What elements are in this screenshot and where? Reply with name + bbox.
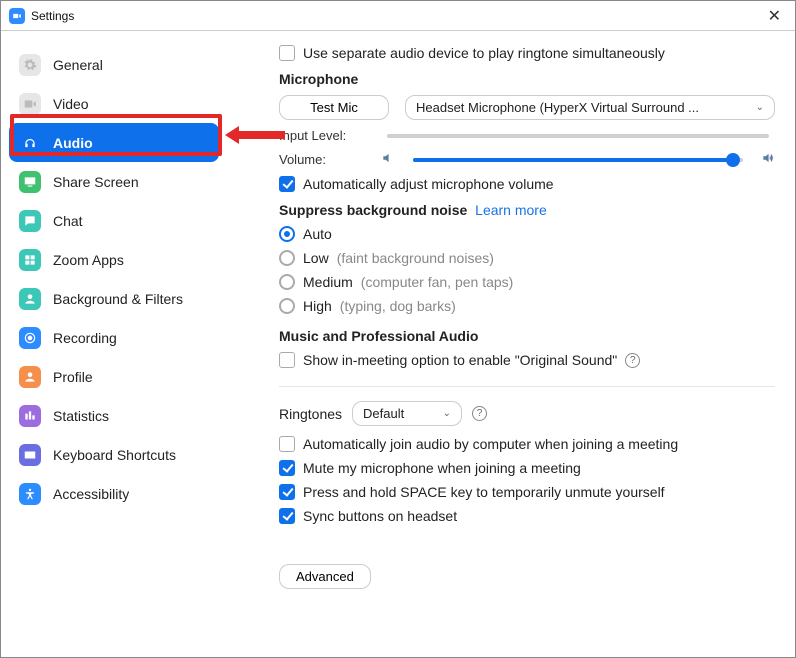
speaker-low-icon xyxy=(381,151,395,168)
sidebar-item-background-filters[interactable]: Background & Filters xyxy=(9,279,219,318)
noise-auto-radio[interactable] xyxy=(279,226,295,242)
suppress-noise-heading: Suppress background noise Learn more xyxy=(279,202,775,218)
separator xyxy=(279,386,775,387)
sidebar-item-label: Video xyxy=(53,96,89,112)
main-panel: Use separate audio device to play ringto… xyxy=(229,31,795,657)
sidebar-item-label: Chat xyxy=(53,213,83,229)
keyboard-icon xyxy=(19,444,41,466)
noise-high-label: High xyxy=(303,298,332,314)
learn-more-link[interactable]: Learn more xyxy=(475,202,547,218)
titlebar: Settings ✕ xyxy=(1,1,795,31)
noise-low-radio[interactable] xyxy=(279,250,295,266)
suppress-noise-text: Suppress background noise xyxy=(279,202,467,218)
input-level-label: Input Level: xyxy=(279,128,369,143)
sidebar-item-keyboard-shortcuts[interactable]: Keyboard Shortcuts xyxy=(9,435,219,474)
volume-label: Volume: xyxy=(279,152,369,167)
sidebar-item-recording[interactable]: Recording xyxy=(9,318,219,357)
mute-on-join-label: Mute my microphone when joining a meetin… xyxy=(303,460,581,476)
noise-medium-label: Medium xyxy=(303,274,353,290)
ringtones-help-icon[interactable]: ? xyxy=(472,406,487,421)
background-icon xyxy=(19,288,41,310)
noise-low-hint: (faint background noises) xyxy=(337,250,494,266)
advanced-button[interactable]: Advanced xyxy=(279,564,371,589)
speaker-high-icon xyxy=(761,151,775,168)
recording-icon xyxy=(19,327,41,349)
noise-auto-label: Auto xyxy=(303,226,332,242)
auto-join-audio-checkbox[interactable] xyxy=(279,436,295,452)
ringtones-label: Ringtones xyxy=(279,406,342,422)
separate-audio-device-checkbox[interactable] xyxy=(279,45,295,61)
sidebar-item-accessibility[interactable]: Accessibility xyxy=(9,474,219,513)
statistics-icon xyxy=(19,405,41,427)
sidebar-item-chat[interactable]: Chat xyxy=(9,201,219,240)
music-audio-heading: Music and Professional Audio xyxy=(279,328,775,344)
mute-on-join-checkbox[interactable] xyxy=(279,460,295,476)
sync-headset-checkbox[interactable] xyxy=(279,508,295,524)
auto-adjust-mic-label: Automatically adjust microphone volume xyxy=(303,176,554,192)
video-icon xyxy=(19,93,41,115)
space-unmute-label: Press and hold SPACE key to temporarily … xyxy=(303,484,665,500)
separate-audio-device-label: Use separate audio device to play ringto… xyxy=(303,45,665,61)
microphone-device-value: Headset Microphone (HyperX Virtual Surro… xyxy=(416,100,699,115)
noise-medium-hint: (computer fan, pen taps) xyxy=(361,274,514,290)
noise-medium-radio[interactable] xyxy=(279,274,295,290)
test-mic-button[interactable]: Test Mic xyxy=(279,95,389,120)
sidebar-item-general[interactable]: General xyxy=(9,45,219,84)
sidebar-item-label: Recording xyxy=(53,330,117,346)
sidebar-item-label: Accessibility xyxy=(53,486,129,502)
microphone-device-select[interactable]: Headset Microphone (HyperX Virtual Surro… xyxy=(405,95,775,120)
sidebar: General Video Audio Share Screen Chat Zo… xyxy=(1,31,229,657)
profile-icon xyxy=(19,366,41,388)
sidebar-item-label: Share Screen xyxy=(53,174,139,190)
gear-icon xyxy=(19,54,41,76)
auto-join-audio-label: Automatically join audio by computer whe… xyxy=(303,436,678,452)
sync-headset-label: Sync buttons on headset xyxy=(303,508,457,524)
sidebar-item-share-screen[interactable]: Share Screen xyxy=(9,162,219,201)
noise-low-label: Low xyxy=(303,250,329,266)
chat-icon xyxy=(19,210,41,232)
accessibility-icon xyxy=(19,483,41,505)
apps-icon xyxy=(19,249,41,271)
ringtones-select[interactable]: Default ⌄ xyxy=(352,401,462,426)
original-sound-label: Show in-meeting option to enable "Origin… xyxy=(303,352,617,368)
window-title: Settings xyxy=(31,9,74,23)
sidebar-item-label: Keyboard Shortcuts xyxy=(53,447,176,463)
space-unmute-checkbox[interactable] xyxy=(279,484,295,500)
chevron-down-icon: ⌄ xyxy=(756,102,764,113)
auto-adjust-mic-checkbox[interactable] xyxy=(279,176,295,192)
close-button[interactable]: ✕ xyxy=(762,6,787,26)
sidebar-item-statistics[interactable]: Statistics xyxy=(9,396,219,435)
sidebar-item-label: General xyxy=(53,57,103,73)
sidebar-item-audio[interactable]: Audio xyxy=(9,123,219,162)
volume-slider[interactable] xyxy=(413,153,743,167)
app-icon xyxy=(9,8,25,24)
noise-high-hint: (typing, dog barks) xyxy=(340,298,456,314)
sidebar-item-zoom-apps[interactable]: Zoom Apps xyxy=(9,240,219,279)
sidebar-item-video[interactable]: Video xyxy=(9,84,219,123)
sidebar-item-profile[interactable]: Profile xyxy=(9,357,219,396)
share-screen-icon xyxy=(19,171,41,193)
microphone-heading: Microphone xyxy=(279,71,775,87)
ringtones-value: Default xyxy=(363,406,404,421)
sidebar-item-label: Profile xyxy=(53,369,93,385)
sidebar-item-label: Statistics xyxy=(53,408,109,424)
headphones-icon xyxy=(19,132,41,154)
chevron-down-icon: ⌄ xyxy=(443,408,451,419)
noise-high-radio[interactable] xyxy=(279,298,295,314)
original-sound-help-icon[interactable]: ? xyxy=(625,353,640,368)
sidebar-item-label: Background & Filters xyxy=(53,291,183,307)
input-level-meter xyxy=(387,129,769,143)
sidebar-item-label: Zoom Apps xyxy=(53,252,124,268)
original-sound-checkbox[interactable] xyxy=(279,352,295,368)
sidebar-item-label: Audio xyxy=(53,135,93,151)
